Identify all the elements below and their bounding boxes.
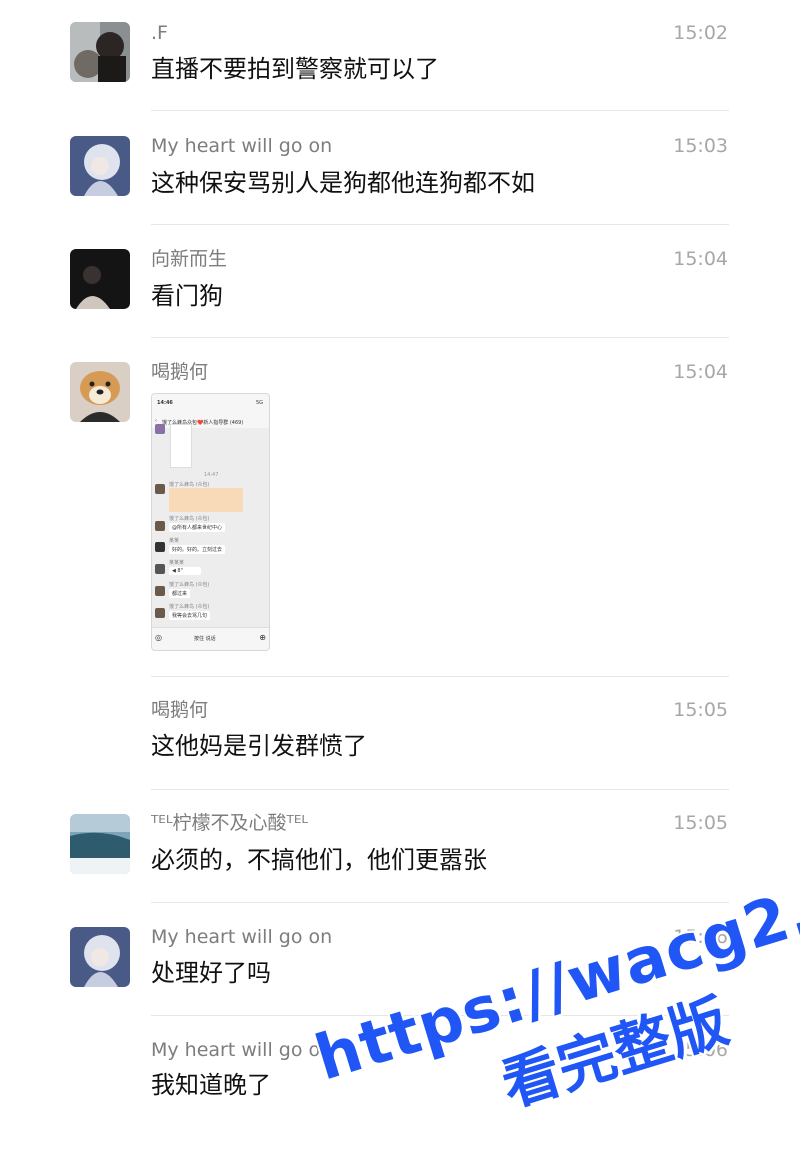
sender-name: 喝鹅何 (151, 699, 209, 721)
thumbnail-input-bar: ◎ 按住 说话 ⊕ (152, 627, 269, 650)
anime-girl-avatar[interactable] (70, 136, 130, 196)
thumbnail-center-time: 14:47 (204, 472, 219, 478)
message-time: 15:04 (673, 361, 728, 383)
thumbnail-sender: 饿了么蜂鸟 (众包) (169, 516, 210, 522)
message-time: 15:04 (673, 248, 728, 270)
message-time: 15:03 (673, 135, 728, 157)
thumbnail-input-label: 按住 说话 (194, 636, 216, 642)
shared-screenshot-image[interactable]: 14:46 5G ‹ 饿了么蜂鸟众包❤️新人指导群 (469) 14:47 饿了… (151, 393, 270, 651)
thumbnail-status-net: 5G (255, 400, 263, 406)
thumbnail-bubble: 好的。好的。立刻过去 (169, 545, 226, 554)
dark-portrait-avatar[interactable] (70, 249, 130, 309)
divider (151, 676, 729, 677)
message-text[interactable]: 这种保安骂别人是狗都他连狗都不如 (151, 166, 535, 200)
thumbnail-sender: 某某某 (169, 560, 185, 566)
thumbnail-plus-icon: ⊕ (259, 633, 266, 642)
thumbnail-avatar (155, 564, 165, 574)
sender-name: My heart will go on (151, 1039, 333, 1061)
sender-name: 向新而生 (151, 248, 228, 270)
cat-and-person-avatar[interactable] (70, 22, 130, 82)
message-time: 15:05 (673, 699, 728, 721)
thumbnail-sender: 某某 (169, 538, 180, 544)
message-text[interactable]: 必须的，不搞他们，他们更嚣张 (151, 843, 487, 877)
sender-name: My heart will go on (151, 926, 333, 948)
thumbnail-bubble: 都过来 (169, 589, 191, 598)
divider (151, 110, 729, 111)
thumbnail-voice-icon: ◎ (155, 633, 162, 642)
message-text[interactable]: 我知道晚了 (151, 1068, 271, 1102)
thumbnail-sender: 饿了么蜂鸟 (众包) (169, 604, 210, 610)
sender-name: My heart will go on (151, 135, 333, 157)
divider (151, 789, 729, 790)
thumbnail-status-bar: 14:46 5G (152, 394, 269, 416)
thumbnail-sender: 饿了么蜂鸟 (众包) (169, 582, 210, 588)
anime-girl-avatar[interactable] (70, 927, 130, 987)
thumbnail-file-card (169, 488, 243, 512)
thumbnail-bubble: 我等会去骂几句 (169, 611, 211, 620)
thumbnail-voice-bubble: ◀ 8" (169, 567, 201, 575)
message-text[interactable]: 直播不要拍到警察就可以了 (151, 52, 439, 86)
thumbnail-avatar (155, 521, 165, 531)
message-time: 15:02 (673, 22, 728, 44)
thumbnail-bubble: @所有人都来世纪中心 (169, 523, 226, 532)
divider (151, 337, 729, 338)
thumbnail-avatar (155, 484, 165, 494)
message-text[interactable]: 看门狗 (151, 279, 223, 313)
message-text[interactable]: 这他妈是引发群愤了 (151, 729, 367, 763)
message-time: 15:05 (673, 812, 728, 834)
thumbnail-doc-card (170, 424, 192, 468)
thumbnail-status-time: 14:46 (157, 400, 173, 406)
message-text[interactable]: 处理好了吗 (151, 956, 271, 990)
divider (151, 902, 729, 903)
thumbnail-avatar (155, 608, 165, 618)
sender-name: ᵀᴱᴸ柠檬不及心酸ᵀᴱᴸ (151, 812, 309, 834)
message-time: 15:06 (673, 1039, 728, 1061)
thumbnail-avatar (155, 586, 165, 596)
sender-name: 喝鹅何 (151, 361, 209, 383)
thumbnail-avatar (155, 424, 165, 434)
shiba-dog-avatar[interactable] (70, 362, 130, 422)
divider (151, 224, 729, 225)
sender-name: .F (151, 22, 168, 44)
waterfall-avatar[interactable] (70, 814, 130, 874)
message-time: 15:06 (673, 926, 728, 948)
thumbnail-avatar (155, 542, 165, 552)
divider (151, 1015, 729, 1016)
thumbnail-sender: 饿了么蜂鸟 (众包) (169, 482, 210, 488)
